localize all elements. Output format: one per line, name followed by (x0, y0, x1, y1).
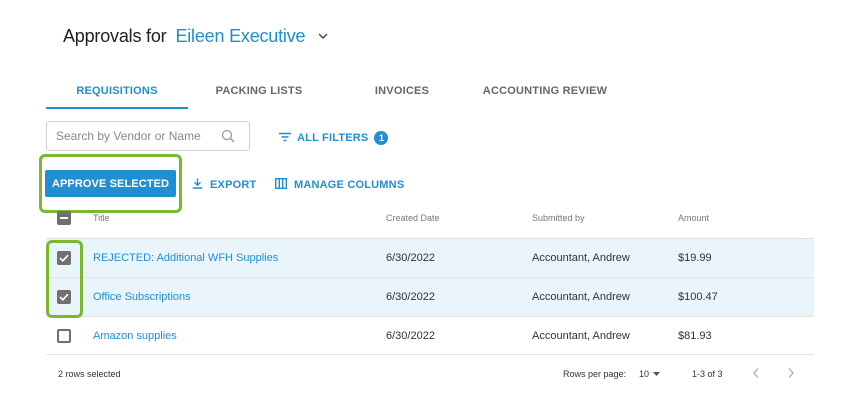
all-filters-label: ALL FILTERS (297, 132, 369, 144)
filter-icon (279, 129, 291, 147)
tab-bar: REQUISITIONS PACKING LISTS INVOICES ACCO… (46, 76, 616, 109)
all-filters-button[interactable]: ALL FILTERS 1 (279, 129, 389, 147)
column-header-created-date[interactable]: Created Date (386, 213, 440, 223)
column-header-title[interactable]: Title (93, 213, 110, 223)
row-submitted-by: Accountant, Andrew (532, 291, 630, 303)
search-box (46, 121, 250, 151)
row-submitted-by: Accountant, Andrew (532, 330, 630, 342)
tab-packing-lists[interactable]: PACKING LISTS (188, 76, 330, 109)
approve-selected-button[interactable]: APPROVE SELECTED (45, 170, 176, 197)
requisitions-table: Title Created Date Submitted by Amount R… (46, 199, 814, 355)
page-title-prefix: Approvals for (63, 25, 167, 46)
pagination-range: 1-3 of 3 (692, 369, 723, 379)
row-created-date: 6/30/2022 (386, 330, 435, 342)
export-button[interactable]: EXPORT (192, 176, 256, 194)
rows-per-page-select[interactable]: 10 (639, 369, 661, 379)
table-row[interactable]: Amazon supplies 6/30/2022 Accountant, An… (46, 316, 814, 355)
page-title: Approvals for Eileen Executive (63, 22, 329, 50)
download-icon (192, 176, 203, 194)
next-page-icon[interactable] (787, 367, 795, 381)
export-label: EXPORT (210, 179, 257, 191)
rows-per-page-label: Rows per page: (563, 369, 627, 379)
row-title-link[interactable]: REJECTED: Additional WFH Supplies (93, 252, 278, 264)
row-title-link[interactable]: Office Subscriptions (93, 291, 191, 303)
chevron-down-icon[interactable] (317, 30, 329, 42)
row-amount: $81.93 (678, 330, 712, 342)
caret-down-icon (653, 372, 661, 376)
select-all-checkbox[interactable] (57, 211, 71, 225)
previous-page-icon[interactable] (752, 367, 760, 381)
search-icon[interactable] (221, 129, 235, 143)
columns-icon (274, 176, 288, 194)
manage-columns-label: MANAGE COLUMNS (294, 179, 405, 191)
row-checkbox[interactable] (57, 329, 71, 343)
selected-rows-highlight-outline (46, 240, 83, 318)
selected-rows-count: 2 rows selected (58, 369, 121, 379)
search-input[interactable] (56, 129, 216, 143)
row-submitted-by: Accountant, Andrew (532, 252, 630, 264)
row-amount: $100.47 (678, 291, 718, 303)
row-created-date: 6/30/2022 (386, 291, 435, 303)
column-header-amount[interactable]: Amount (678, 213, 709, 223)
table-footer: 2 rows selected Rows per page: 10 1-3 of… (58, 367, 818, 383)
tab-invoices[interactable]: INVOICES (330, 76, 474, 109)
tab-requisitions[interactable]: REQUISITIONS (46, 76, 188, 109)
filter-count-badge: 1 (374, 131, 389, 145)
rows-per-page-value: 10 (639, 369, 650, 379)
row-created-date: 6/30/2022 (386, 252, 435, 264)
manage-columns-button[interactable]: MANAGE COLUMNS (274, 176, 405, 194)
tab-accounting-review[interactable]: ACCOUNTING REVIEW (474, 76, 616, 109)
table-row[interactable]: REJECTED: Additional WFH Supplies 6/30/2… (46, 238, 814, 277)
table-row[interactable]: Office Subscriptions 6/30/2022 Accountan… (46, 277, 814, 316)
row-title-link[interactable]: Amazon supplies (93, 330, 177, 342)
table-header: Title Created Date Submitted by Amount (46, 199, 814, 238)
column-header-submitted-by[interactable]: Submitted by (532, 213, 585, 223)
approver-name[interactable]: Eileen Executive (175, 26, 305, 47)
row-amount: $19.99 (678, 252, 712, 264)
